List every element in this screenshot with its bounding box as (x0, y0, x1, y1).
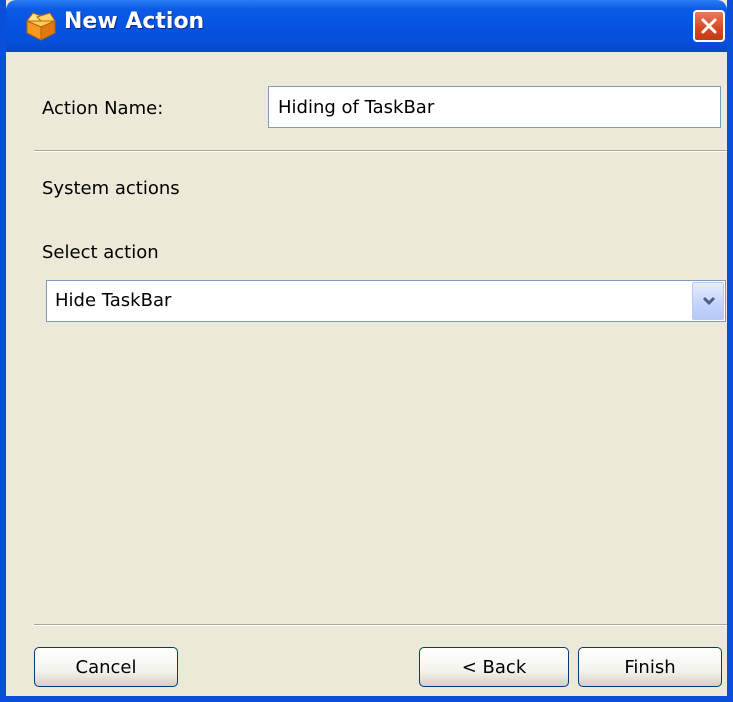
orange-box-icon (24, 10, 58, 42)
close-button[interactable] (693, 10, 725, 42)
action-name-input[interactable] (268, 86, 721, 128)
window-title: New Action (64, 9, 205, 34)
action-select[interactable]: Hide TaskBar (46, 280, 726, 322)
top-divider (34, 150, 727, 152)
section-title: System actions (42, 178, 180, 199)
new-action-dialog: New Action Action Name: System actions S… (0, 0, 733, 702)
back-button[interactable]: < Back (419, 647, 569, 687)
finish-button[interactable]: Finish (578, 647, 722, 687)
bottom-divider (34, 624, 727, 626)
action-select-value: Hide TaskBar (55, 290, 172, 311)
action-name-label: Action Name: (42, 98, 164, 119)
select-action-label: Select action (42, 242, 159, 263)
cancel-button[interactable]: Cancel (34, 647, 178, 687)
title-bar[interactable]: New Action (6, 0, 727, 52)
dropdown-button[interactable] (692, 282, 724, 320)
